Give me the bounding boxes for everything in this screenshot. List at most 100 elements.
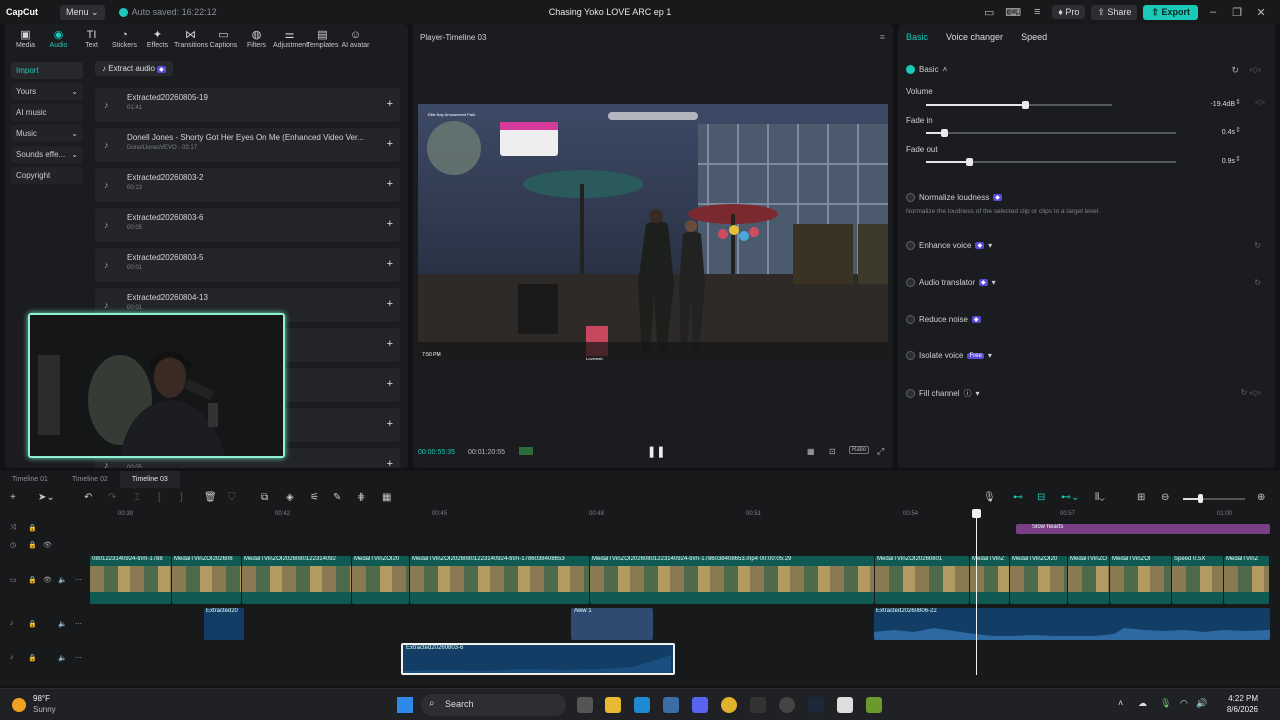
category-tab-effects[interactable]: ✦ Effects — [141, 29, 174, 50]
reset-icon[interactable]: ↻ — [1231, 65, 1239, 76]
discord-icon[interactable] — [692, 697, 708, 713]
effect-clip[interactable]: Slow hearts — [1016, 524, 1270, 534]
video-clip[interactable]: MedalTVinZO — [1068, 556, 1109, 604]
category-tab-audio[interactable]: ◉ Audio — [42, 29, 75, 50]
video-clip[interactable]: MedalTVinZOI20260801223140924-trim-17860… — [590, 556, 874, 604]
video-clip[interactable]: MedalTVinZOI202608 — [172, 556, 241, 604]
tab-basic[interactable]: Basic — [906, 32, 928, 42]
volume-icon[interactable]: 🔊 — [1196, 698, 1207, 709]
fit-icon[interactable]: ⊞ — [1137, 492, 1145, 503]
list-item[interactable]: ♪ Extracted20260803-2 00:13 + — [95, 168, 400, 202]
chrome-icon[interactable] — [721, 697, 737, 713]
volume-keyframe-icon[interactable]: ‹◇› — [1255, 98, 1265, 106]
zoom-slider-knob[interactable] — [1198, 494, 1203, 503]
video-clip[interactable]: MedalTVinZOI20 — [1010, 556, 1067, 604]
translator-dropdown-icon[interactable]: ▾ — [992, 278, 996, 287]
basic-section-header[interactable]: Basic ˄ — [906, 65, 947, 74]
trim-left-icon[interactable]: [ — [158, 492, 161, 503]
video-clip[interactable]: Speed 0.5X — [1172, 556, 1223, 604]
shortcuts-icon[interactable]: ⌨ — [1004, 6, 1022, 19]
main-more-icon[interactable]: ⋯ — [75, 576, 82, 584]
add-to-timeline-icon[interactable]: + — [387, 218, 393, 230]
sidebar-item-music[interactable]: Music ⌄ — [11, 125, 83, 142]
add-to-timeline-icon[interactable]: + — [387, 378, 393, 390]
enhance-voice-checkbox[interactable] — [906, 241, 915, 250]
crop-icon[interactable]: ⧉ — [261, 492, 268, 503]
category-tab-stickers[interactable]: ◔ Stickers — [108, 29, 141, 50]
category-tab-transitions[interactable]: ⋈ Transitions — [174, 29, 208, 50]
marker-icon[interactable]: ✎ — [333, 492, 341, 503]
time-ruler[interactable]: 00:39 00:42 00:45 00:48 00:51 00:54 00:57 01:00 — [90, 509, 1280, 523]
translator-reset-icon[interactable]: ↻ — [1254, 278, 1261, 287]
zoom-in-icon[interactable]: ⊕ — [1257, 492, 1265, 503]
edge-icon[interactable] — [634, 697, 650, 713]
playhead-handle[interactable] — [972, 509, 981, 518]
fadein-slider-knob[interactable] — [940, 129, 948, 137]
menu-button[interactable]: Menu ⌄ — [60, 4, 105, 20]
volume-stepper-icon[interactable]: ⇕ — [1235, 98, 1241, 106]
onedrive-icon[interactable]: ☁ — [1138, 698, 1147, 709]
fill-reset-icon[interactable]: ↻ ‹◇› — [1241, 388, 1261, 397]
video-clip[interactable]: MedalTVinZOI2026080122314092 — [242, 556, 351, 604]
isolate-voice-row[interactable]: Isolate voice Free ▾ — [906, 351, 992, 360]
selected-audio-clip[interactable]: Extracted20260803-6 — [401, 643, 675, 675]
photos-icon[interactable] — [663, 697, 679, 713]
weather-temp[interactable]: 98°F — [33, 694, 50, 703]
category-tab-filters[interactable]: ◍ Filters — [240, 29, 273, 50]
sidebar-item-import[interactable]: Import — [11, 62, 83, 79]
main-visible-icon[interactable]: 👁 — [43, 576, 52, 584]
shield-icon[interactable]: ⛉ — [228, 492, 236, 503]
expand-icon[interactable]: ⤢ — [877, 446, 884, 457]
add-to-timeline-icon[interactable]: + — [387, 258, 393, 270]
normalize-checkbox[interactable] — [906, 193, 915, 202]
caption-icon[interactable]: ▦ — [382, 492, 391, 503]
select-tool-icon[interactable]: ➤⌄ — [38, 492, 55, 503]
audio-1-more-icon[interactable]: ⋯ — [75, 620, 82, 628]
reduce-noise-row[interactable]: Reduce noise ◆ — [906, 315, 981, 324]
magnet-icon[interactable]: ⊟ — [1037, 492, 1045, 503]
file-explorer-icon[interactable] — [605, 697, 621, 713]
audio-translator-row[interactable]: Audio translator ◆ ▾ — [906, 278, 996, 287]
audio-2-mute-icon[interactable]: 🔈 — [58, 654, 67, 662]
fadeout-slider[interactable] — [926, 158, 1176, 166]
add-to-timeline-icon[interactable]: + — [387, 458, 393, 468]
add-to-timeline-icon[interactable]: + — [387, 98, 393, 110]
add-to-timeline-icon[interactable]: + — [387, 338, 393, 350]
fadeout-value[interactable]: 0.9s — [1191, 155, 1241, 168]
add-to-timeline-icon[interactable]: + — [387, 298, 393, 310]
category-tab-media[interactable]: ▣ Media — [9, 29, 42, 50]
undo-icon[interactable]: ↶ — [84, 492, 92, 503]
minimize-icon[interactable]: – — [1204, 6, 1222, 18]
video-clip[interactable]: MedalTVinZOI20260801 — [875, 556, 969, 604]
audio-1-lock-icon[interactable]: 🔒 — [28, 620, 37, 628]
sidebar-item-yours[interactable]: Yours ⌄ — [11, 83, 83, 100]
mic-tray-icon[interactable]: 🎙 — [1160, 698, 1171, 709]
weather-sun-icon[interactable] — [12, 698, 26, 712]
sidebar-item-sounds-effe-[interactable]: Sounds effe... ⌄ — [11, 146, 83, 163]
list-item[interactable]: ♪ Extracted20260803-6 00:05 + — [95, 208, 400, 242]
trim-right-icon[interactable]: ] — [180, 492, 183, 503]
redo-icon[interactable]: ↷ — [108, 492, 116, 503]
freeze-icon[interactable]: ⋕ — [357, 492, 365, 503]
audio-2-more-icon[interactable]: ⋯ — [75, 654, 82, 662]
tab-timeline-3[interactable]: Timeline 03 — [119, 471, 180, 488]
tray-chevron-icon[interactable]: ˄ — [1118, 698, 1123, 708]
task-view-icon[interactable] — [577, 697, 593, 713]
fadein-value[interactable]: 0.4s — [1191, 126, 1241, 139]
pro-button[interactable]: ♦ Pro — [1052, 5, 1086, 19]
video-clip[interactable]: 0801223140924-trim-1788 — [90, 556, 171, 604]
medal-icon[interactable] — [750, 697, 766, 713]
list-item[interactable]: ♪ Extracted20260803-5 00:01 + — [95, 248, 400, 282]
video-clip[interactable]: MedalTVinZOI20260801223140924-trim-17860… — [410, 556, 589, 604]
list-item[interactable]: ♪ Extracted20260805-19 01:41 + — [95, 88, 400, 122]
audio-translator-checkbox[interactable] — [906, 278, 915, 287]
category-tab-text[interactable]: TI Text — [75, 29, 108, 50]
category-tab-ai-avatar[interactable]: ☺ AI avatar — [339, 29, 372, 50]
layout-icon[interactable]: ▭ — [980, 6, 998, 19]
player-menu-icon[interactable]: ≡ — [880, 32, 885, 42]
tab-speed[interactable]: Speed — [1021, 32, 1047, 42]
capcut-icon[interactable] — [837, 697, 853, 713]
video-clip[interactable]: MedalTVinZ — [1224, 556, 1269, 604]
game-video-frame[interactable]: Elite Bay Amusement Park Lovedrah 7:50 P… — [418, 104, 888, 362]
adjust-icon[interactable]: ⚟ — [310, 492, 319, 503]
